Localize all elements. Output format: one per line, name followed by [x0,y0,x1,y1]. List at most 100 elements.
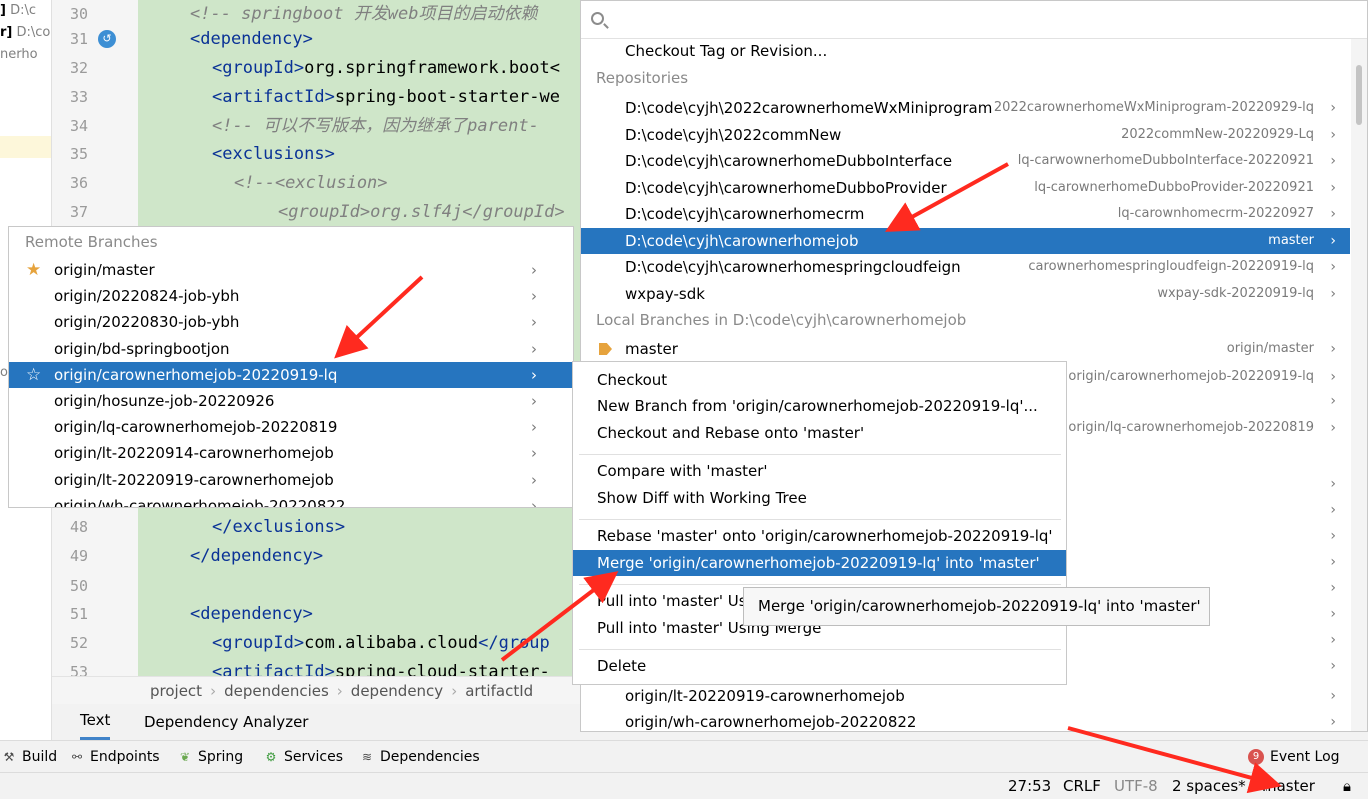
tab-dependency-analyzer[interactable]: Dependency Analyzer [144,704,308,740]
file-encoding[interactable]: UTF-8 [1114,773,1158,799]
code-token: <groupId> [212,58,305,78]
code-token: <artifactId> [212,662,335,676]
repository-item[interactable]: D:\code\cyjh\carownerhomespringcloudfeig… [581,254,1350,280]
remote-branch-item[interactable]: ☆ origin/carownerhomejob-20220919-lq › [9,361,573,388]
tool-window-bar: ⚒ Build ⚯ Endpoints ❦ Spring ⚙ Services ≋ Dep… [0,740,1368,772]
spring-leaf-icon: ❦ [179,750,191,764]
chevron-right-icon: › [1330,632,1336,648]
code-text: <groupId>org.springframework.boot< [212,54,560,83]
hammer-icon: ⚒ [3,750,15,764]
code-line: 32 <groupId>org.springframework.boot< [52,54,582,83]
tree-highlight [0,136,51,158]
code-token: <!--<exclusion> [234,173,388,193]
code-token: <groupId>org.slf4j</groupId> [278,202,565,222]
remote-branches-header: Remote Branches [25,233,158,251]
remote-branch-name: origin/20220824-job-ybh [54,287,240,306]
branch-search-input[interactable] [613,7,1353,33]
remote-branch-name: origin/lt-20220919-carownerhomejob [54,470,334,489]
local-branches-header: Local Branches in D:\code\cyjh\carownerh… [596,311,967,329]
menu-item[interactable]: Delete [573,653,1066,679]
breadcrumb-item[interactable]: project [150,682,202,700]
indent-setting[interactable]: 2 spaces* [1172,773,1246,799]
remote-branch-item[interactable]: origin/bd-springbootjon › [9,336,573,362]
remote-branch-item[interactable]: origin/hosunze-job-20220926 › [9,388,573,414]
local-branch-master[interactable]: master origin/master › [581,336,1350,362]
breadcrumb-item[interactable]: dependencies [224,682,329,700]
repository-branch: 2022carownerhomeWxMiniprogram-20220929-l… [993,100,1314,115]
remote-branch-item[interactable]: origin/20220824-job-ybh › [9,283,573,309]
repository-item[interactable]: wxpay-sdk wxpay-sdk-20220919-lq › [581,281,1350,307]
remote-branch-item[interactable]: origin/wh-carownerhomejob-20220822 › [9,493,573,507]
chevron-right-icon: › [531,313,537,332]
breadcrumb-item[interactable]: dependency [351,682,443,700]
chevron-right-icon: › [1330,153,1336,169]
chevron-right-icon: › [531,470,537,489]
repository-item[interactable]: D:\code\cyjh\carownerhomeDubboInterface l… [581,148,1350,174]
code-text: <dependency> [190,25,313,54]
menu-item[interactable]: Merge 'origin/carownerhomejob-20220919-l… [573,550,1066,576]
chevron-right-icon: › [531,365,537,384]
repository-item[interactable]: D:\code\cyjh\2022commNew 2022commNew-2022… [581,122,1350,148]
status-bar: 27:53 CRLF UTF-8 2 spaces* ⑂ master 🔒︎ [0,772,1368,799]
remote-branch-item[interactable]: origin/lq-carownerhomejob-20220819 › [9,414,573,440]
remote-branch-item[interactable]: origin/20220830-job-ybh › [9,309,573,335]
tree-row[interactable]: nerho [0,44,51,66]
build-tool-button[interactable]: ⚒ Build [2,741,58,773]
remote-branch-name: origin/master [54,261,155,279]
chevron-right-icon: › [531,261,537,279]
tab-text[interactable]: Text [80,704,111,740]
chevron-right-icon: › [531,392,537,410]
star-outline-icon[interactable]: ☆ [26,362,41,388]
editor-bottom-tabs: Text Dependency Analyzer [52,704,582,740]
breadcrumb-item[interactable]: artifactId [465,682,533,700]
remote-branch-name: origin/20220830-job-ybh [54,313,240,332]
code-line: 49 </dependency> [52,542,582,571]
lock-icon[interactable]: 🔒︎ [1343,773,1351,799]
remote-branch-item[interactable]: ★ origin/master › [9,257,573,283]
caret-position[interactable]: 27:53 [1008,773,1051,799]
branch-search-bar [581,1,1367,39]
remote-branch-item[interactable]: origin/lt-20220919-carownerhomejob › [581,683,1350,709]
repository-item[interactable]: D:\code\cyjh\carownerhomecrm lq-carownhom… [581,201,1350,227]
line-number: 53 [69,663,88,676]
chevron-right-icon: › [1330,688,1336,704]
menu-item[interactable]: Checkout [573,367,1066,393]
menu-item[interactable]: Rebase 'master' onto 'origin/carownerhom… [573,523,1066,549]
code-text: <exclusions> [212,140,335,169]
repository-branch: carownerhomespringloudfeign-20220919-lq [1028,259,1314,274]
menu-item[interactable]: Show Diff with Working Tree [573,485,1066,511]
repository-item[interactable]: D:\code\cyjh\carownerhomejob master › [581,227,1350,254]
code-text: <groupId>org.slf4j</groupId> [278,198,565,227]
chevron-right-icon: › [1330,393,1336,409]
code-token: </dependency> [190,546,324,566]
popup-scrollbar[interactable] [1351,39,1367,731]
breadcrumb: project › dependencies › dependency › artifact… [52,676,582,704]
dependencies-tool-button[interactable]: ≋ Dependencies [360,741,480,773]
code-token: <exclusions> [212,144,335,164]
menu-item[interactable]: Compare with 'master' [573,458,1066,484]
code-text: <!-- 可以不写版本，因为继承了parent- [212,112,539,141]
line-number: 34 [69,117,88,135]
repository-item[interactable]: D:\code\cyjh\carownerhomeDubboProvider lq… [581,175,1350,201]
remote-branch-item[interactable]: origin/wh-carownerhomejob-20220822 › [581,709,1350,731]
line-number: 35 [69,145,88,163]
tree-row[interactable]: r] D:\co [0,22,51,44]
event-log-button[interactable]: 9 Event Log [1248,741,1340,773]
endpoints-tool-button[interactable]: ⚯ Endpoints [70,741,160,773]
remote-branch-item[interactable]: origin/lt-20220919-carownerhomejob › [9,467,573,493]
repository-branch: master [1268,232,1314,248]
scrollbar-thumb[interactable] [1356,65,1362,125]
chevron-right-icon: › [1330,420,1336,436]
menu-item[interactable]: Checkout and Rebase onto 'master' [573,420,1066,446]
tree-row[interactable]: ] D:\c [0,0,51,22]
repository-path: D:\code\cyjh\carownerhomeDubboInterface [625,152,953,170]
spring-tool-button[interactable]: ❦ Spring [178,741,243,773]
merge-tooltip: Merge 'origin/carownerhomejob-20220919-l… [743,587,1210,626]
line-separator[interactable]: CRLF [1063,773,1101,799]
remote-branch-name: origin/lt-20220914-carownerhomejob [54,444,334,463]
remote-branch-item[interactable]: origin/lt-20220914-carownerhomejob › [9,440,573,466]
checkout-tag-item[interactable]: Checkout Tag or Revision... [581,38,1350,64]
services-tool-button[interactable]: ⚙ Services [264,741,343,773]
repository-item[interactable]: D:\code\cyjh\2022carownerhomeWxMiniprogr… [581,95,1350,121]
menu-item[interactable]: New Branch from 'origin/carownerhomejob-… [573,393,1066,419]
